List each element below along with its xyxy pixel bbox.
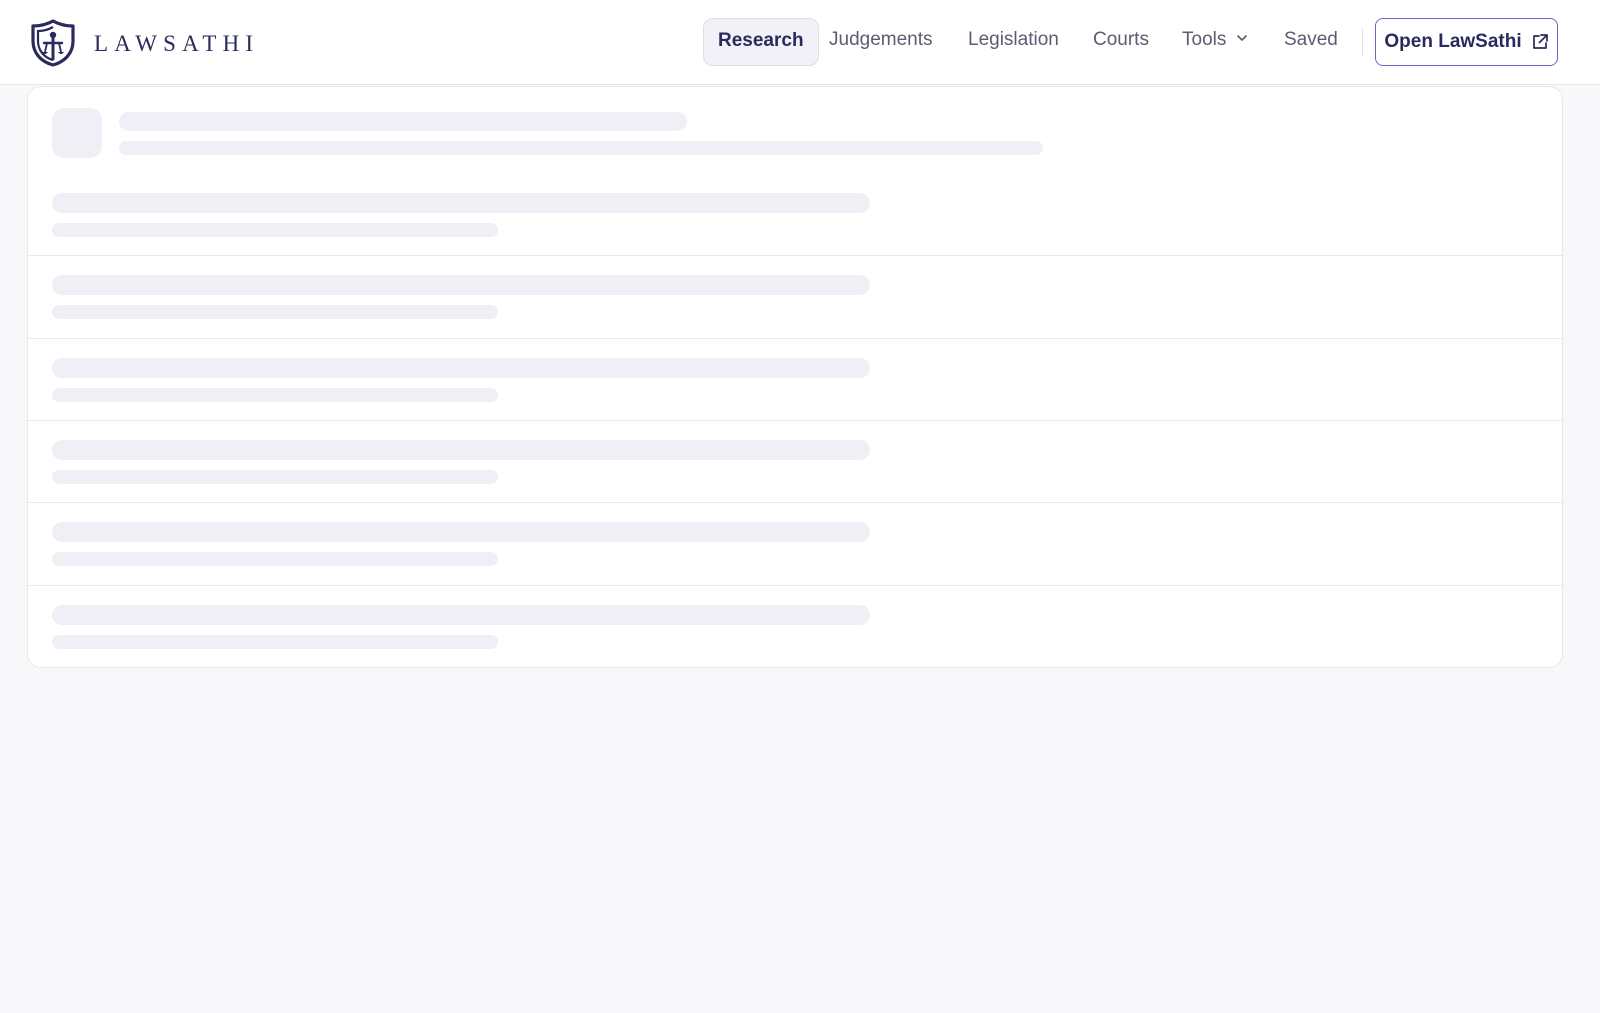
skeleton-line (52, 275, 870, 295)
skeleton-title (119, 112, 687, 131)
skeleton-line (52, 193, 870, 213)
open-lawsathi-label: Open LawSathi (1384, 31, 1522, 52)
skeleton-row (28, 337, 1562, 419)
brand-name: LAWSATHI (94, 30, 260, 56)
external-link-icon (1532, 34, 1548, 49)
nav-item-label: Judgements (829, 29, 933, 50)
nav-divider (1362, 28, 1363, 56)
skeleton-line (52, 440, 870, 460)
skeleton-subtitle (119, 141, 1043, 155)
skeleton-row (28, 584, 1562, 666)
skeleton-avatar (52, 108, 102, 158)
results-card-loading (27, 86, 1563, 668)
nav-item-judgements[interactable]: Judgements (829, 18, 933, 66)
nav-item-label: Courts (1093, 29, 1149, 50)
skeleton-line (52, 388, 498, 402)
skeleton-row (28, 172, 1562, 254)
nav-item-tools[interactable]: Tools (1182, 18, 1248, 66)
skeleton-line (52, 605, 870, 625)
skeleton-line (52, 223, 498, 237)
lawsathi-logo-icon (31, 19, 75, 67)
skeleton-row (28, 254, 1562, 336)
nav-item-label: Saved (1284, 29, 1338, 50)
skeleton-line (52, 305, 498, 319)
skeleton-line (52, 552, 498, 566)
nav-item-label: Research (718, 30, 804, 51)
skeleton-line (52, 358, 870, 378)
nav-item-research[interactable]: Research (703, 18, 819, 66)
skeleton-line (52, 470, 498, 484)
skeleton-line (52, 522, 870, 542)
nav-item-courts[interactable]: Courts (1093, 18, 1149, 66)
nav-item-label: Tools (1182, 29, 1227, 50)
chevron-down-icon (1237, 35, 1248, 41)
open-lawsathi-button[interactable]: Open LawSathi (1375, 18, 1558, 66)
skeleton-line (52, 635, 498, 649)
skeleton-row (28, 419, 1562, 501)
top-navigation-bar: LAWSATHI Research Judgements Legislation… (0, 0, 1600, 85)
nav-item-legislation[interactable]: Legislation (968, 18, 1059, 66)
brand[interactable]: LAWSATHI (30, 19, 259, 67)
skeleton-row (28, 501, 1562, 583)
nav-item-label: Legislation (968, 29, 1059, 50)
nav-item-saved[interactable]: Saved (1284, 18, 1338, 66)
